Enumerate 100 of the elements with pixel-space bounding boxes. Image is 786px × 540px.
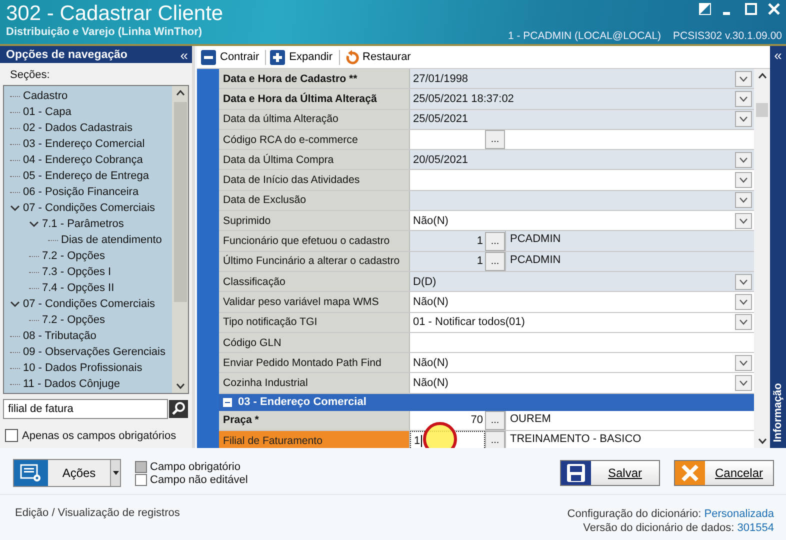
- dropdown-button[interactable]: [735, 375, 752, 392]
- tree-item[interactable]: 7.2 - Opções: [42, 314, 105, 326]
- maximize-icon[interactable]: [745, 3, 757, 15]
- info-label: Informação: [772, 382, 784, 442]
- chevron-icon: [739, 76, 748, 82]
- version-label: PCSIS302 v.30.1.09.00: [673, 30, 782, 42]
- tree-item[interactable]: 7.1 - Parâmetros: [42, 218, 124, 230]
- close-icon[interactable]: [768, 3, 780, 15]
- restore-button[interactable]: Restaurar: [344, 50, 417, 64]
- field-value[interactable]: 25/05/2021: [410, 110, 754, 129]
- dropdown-button[interactable]: [735, 90, 752, 107]
- chevron-icon: [739, 116, 748, 122]
- lookup-button[interactable]: ...: [485, 410, 505, 430]
- expand-button[interactable]: Expandir: [270, 50, 340, 64]
- scroll-thumb[interactable]: [174, 102, 186, 302]
- dropdown-button[interactable]: [735, 212, 752, 229]
- collapse-button[interactable]: Contrair: [201, 50, 266, 64]
- tree-item[interactable]: 01 - Capa: [23, 106, 72, 118]
- chevron-icon[interactable]: [10, 204, 20, 212]
- lookup-button[interactable]: ...: [485, 130, 505, 150]
- field-label: Enviar Pedido Montado Path Find: [219, 353, 410, 372]
- chevron-icon[interactable]: [29, 220, 39, 228]
- scroll-up-icon[interactable]: [176, 90, 184, 96]
- dropdown-button[interactable]: [735, 192, 752, 208]
- chevron-icon: [739, 156, 748, 163]
- dropdown-button[interactable]: [735, 294, 752, 310]
- tree-item[interactable]: 04 - Endereço Cobrança: [23, 154, 143, 166]
- field-label: Código GLN: [219, 332, 410, 352]
- tree-item[interactable]: 07 - Condições Comerciais: [23, 298, 156, 310]
- list-settings-icon: [14, 460, 48, 486]
- tree-item[interactable]: 09 - Observações Gerenciais: [23, 346, 166, 358]
- save-button[interactable]: Salvar: [560, 460, 660, 486]
- tree-item[interactable]: 05 - Endereço de Entrega: [23, 170, 149, 182]
- minus-icon[interactable]: [223, 398, 232, 407]
- dropdown-button[interactable]: [735, 314, 752, 330]
- tree-item[interactable]: 7.3 - Opções I: [42, 266, 112, 278]
- value-text: Não(N): [412, 377, 450, 390]
- field-label: Data da última Alteração: [219, 110, 410, 129]
- field-value[interactable]: 01 - Notificar todos(01): [410, 312, 754, 332]
- caret-icon: [112, 471, 118, 475]
- dropdown-button[interactable]: [735, 274, 752, 290]
- scroll-up-icon[interactable]: [758, 73, 766, 79]
- tree-item[interactable]: Cadastro: [23, 90, 68, 102]
- cancel-button[interactable]: Cancelar: [674, 460, 774, 486]
- value-text: Não(N): [412, 214, 450, 227]
- tree-item[interactable]: 02 - Dados Cadastrais: [23, 122, 132, 134]
- chevron-icon[interactable]: [10, 300, 20, 308]
- tree-item[interactable]: Dias de atendimento: [61, 234, 162, 246]
- tree-item[interactable]: 7.4 - Opções II: [42, 282, 114, 294]
- lookup-button[interactable]: ...: [485, 252, 505, 271]
- scroll-down-icon[interactable]: [758, 438, 766, 444]
- checkbox[interactable]: [5, 429, 18, 442]
- lookup-button[interactable]: ...: [485, 232, 505, 251]
- scrollbar[interactable]: [172, 86, 188, 393]
- undo-icon: [344, 50, 359, 64]
- code-field[interactable]: 1: [410, 231, 485, 251]
- dropdown-button[interactable]: [735, 172, 752, 188]
- dropdown-button[interactable]: [735, 152, 752, 168]
- code-field[interactable]: 70: [410, 410, 485, 430]
- field-value[interactable]: D(D): [410, 272, 754, 292]
- search-field[interactable]: filial de fatura: [3, 399, 168, 419]
- scrollbar[interactable]: [754, 69, 770, 448]
- field-label: Suprimido: [219, 211, 410, 230]
- collapse-button[interactable]: «: [180, 48, 188, 62]
- tree-item[interactable]: 08 - Tributação: [23, 330, 96, 342]
- dropdown-button[interactable]: [735, 70, 752, 87]
- panel-title: Opções de navegação: [6, 48, 128, 60]
- chevron-icon: [739, 177, 748, 184]
- scroll-down-icon[interactable]: [176, 383, 184, 389]
- tree-item[interactable]: 11 - Dados Cônjuge: [23, 378, 120, 390]
- window-title: 302 - Cadastrar Cliente: [6, 2, 224, 26]
- section-header[interactable]: 03 - Endereço Comercial: [219, 394, 754, 411]
- theme-icon[interactable]: [699, 3, 711, 15]
- dropdown-button[interactable]: [735, 354, 752, 371]
- field-value[interactable]: 20/05/2021: [410, 150, 754, 170]
- field-label: Cozinha Industrial: [219, 373, 410, 393]
- tree-item[interactable]: 7.2 - Opções: [42, 250, 105, 262]
- field-value[interactable]: [410, 190, 754, 210]
- tree-item[interactable]: 03 - Endereço Comercial: [23, 138, 145, 150]
- dropdown-button[interactable]: [110, 460, 120, 486]
- field-value[interactable]: 1 ... PCADMIN: [410, 231, 754, 251]
- tree-item[interactable]: 10 - Dados Profissionais: [23, 362, 142, 374]
- chevron-icon: [739, 218, 748, 224]
- chevron-icon: [739, 278, 748, 285]
- field-value[interactable]: 27/01/1998: [410, 69, 754, 88]
- actions-button[interactable]: Ações: [14, 460, 110, 486]
- tree-item[interactable]: 06 - Posição Financeira: [23, 186, 139, 198]
- search-icon[interactable]: [169, 400, 188, 418]
- code-field[interactable]: 1: [410, 252, 485, 271]
- description-text: OUREM: [505, 410, 551, 430]
- close-icon: [681, 464, 699, 482]
- scroll-thumb[interactable]: [756, 103, 768, 117]
- field-value[interactable]: 25/05/2021 18:37:02: [410, 89, 754, 109]
- field-value[interactable]: 1 ... PCADMIN: [410, 252, 754, 271]
- tree-item[interactable]: 07 - Condições Comerciais: [23, 202, 156, 214]
- lookup-button[interactable]: ...: [485, 431, 505, 448]
- dropdown-button[interactable]: [735, 111, 752, 128]
- field-label: Validar peso variável mapa WMS: [219, 292, 410, 312]
- expand-button[interactable]: «: [774, 48, 782, 62]
- info-panel-tab[interactable]: « Informação: [770, 46, 786, 448]
